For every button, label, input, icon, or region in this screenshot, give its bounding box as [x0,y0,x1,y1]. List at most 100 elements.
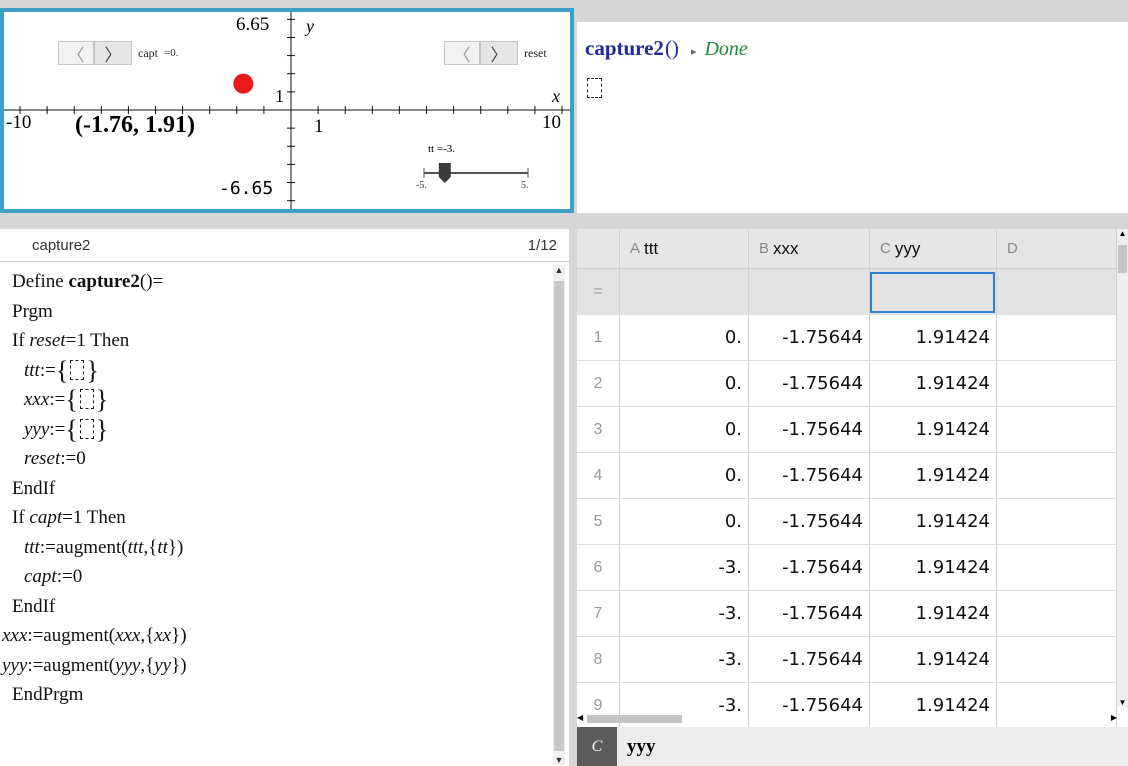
cell-b[interactable]: -1.75644 [749,453,870,498]
capt-increment-button[interactable]: 〉 [94,41,132,65]
cell-b[interactable]: -1.75644 [749,499,870,544]
empty-placeholder[interactable] [79,389,94,409]
sheet-horizontal-scrollbar[interactable]: ◀ ▶ [577,713,1117,725]
cell-d[interactable] [997,545,1117,590]
code-line[interactable]: xxx:=augment(xxx,{xx}) [2,621,187,651]
cell-c[interactable]: 1.91424 [870,499,997,544]
table-row[interactable]: 6 -3. -1.75644 1.91424 [577,545,1117,591]
formula-cell-b[interactable] [749,269,870,315]
scroll-up-icon[interactable]: ▲ [1117,229,1128,238]
table-row[interactable]: 1 0. -1.75644 1.91424 [577,315,1117,361]
cell-b[interactable]: -1.75644 [749,361,870,406]
cell-a[interactable]: 0. [620,315,749,360]
formula-cell-c[interactable] [870,269,997,315]
code-line[interactable]: yyy:={} [12,415,187,445]
code-line[interactable]: xxx:={} [12,385,187,415]
code-line[interactable]: reset:=0 [12,444,187,474]
empty-placeholder[interactable] [79,418,94,439]
row-number: 8 [577,637,620,682]
cell-c[interactable]: 1.91424 [870,407,997,452]
row-number: 5 [577,499,620,544]
empty-placeholder[interactable] [70,359,85,380]
cell-d[interactable] [997,361,1117,406]
formula-cell-a[interactable] [620,269,749,315]
cell-b[interactable]: -1.75644 [749,637,870,682]
code-line[interactable]: Prgm [12,297,187,327]
slider-thumb[interactable] [438,163,451,183]
column-header-d[interactable]: D [997,229,1117,268]
cell-c[interactable]: 1.91424 [870,545,997,590]
scrollbar-thumb[interactable] [587,715,682,723]
calc-command: capture2 [585,36,664,60]
code-line[interactable]: ttt:={} [12,356,187,386]
program-editor[interactable]: capture2 1/12 Define capture2()= Prgm If… [0,229,569,766]
program-name: capture2 [32,236,91,254]
code-line[interactable]: EndIf [12,592,187,622]
scroll-down-icon[interactable]: ▼ [1117,698,1128,707]
scrollbar-thumb[interactable] [1118,245,1127,273]
code-line[interactable]: Define capture2()= [12,267,187,297]
cell-d[interactable] [997,499,1117,544]
cell-d[interactable] [997,315,1117,360]
cell-c[interactable]: 1.91424 [870,453,997,498]
scroll-right-icon[interactable]: ▶ [1111,713,1117,722]
editor-scrollbar[interactable]: ▲ ▼ [553,265,565,765]
cell-entry-line[interactable]: C yyy [577,727,1128,766]
code-line[interactable]: ttt:=augment(ttt,{tt}) [12,533,187,563]
cell-b[interactable]: -1.75644 [749,315,870,360]
reset-increment-button[interactable]: 〉 [480,41,518,65]
column-header-a[interactable]: Attt [620,229,749,268]
table-row[interactable]: 7 -3. -1.75644 1.91424 [577,591,1117,637]
row-number: 1 [577,315,620,360]
cell-a[interactable]: 0. [620,361,749,406]
code-line[interactable]: EndPrgm [12,680,187,710]
table-row[interactable]: 3 0. -1.75644 1.91424 [577,407,1117,453]
table-row[interactable]: 5 0. -1.75644 1.91424 [577,499,1117,545]
capt-decrement-button[interactable]: 〈 [58,41,94,65]
cell-d[interactable] [997,453,1117,498]
calc-history-entry[interactable]: capture2 () ▸ Done [585,36,748,61]
cell-c[interactable]: 1.91424 [870,591,997,636]
code-line[interactable]: If reset=1 Then [12,326,187,356]
captured-point[interactable] [233,73,254,94]
cell-c[interactable]: 1.91424 [870,315,997,360]
cell-a[interactable]: 0. [620,407,749,452]
code-line[interactable]: yyy:=augment(yyy,{yy}) [2,651,187,681]
scroll-down-icon[interactable]: ▼ [553,755,565,765]
cell-a[interactable]: -3. [620,637,749,682]
formula-cell-d[interactable] [997,269,1117,315]
calc-entry-line[interactable] [587,78,602,98]
cell-d[interactable] [997,407,1117,452]
table-row[interactable]: 8 -3. -1.75644 1.91424 [577,637,1117,683]
reset-decrement-button[interactable]: 〈 [444,41,480,65]
cell-d[interactable] [997,637,1117,682]
code-line[interactable]: EndIf [12,474,187,504]
scroll-up-icon[interactable]: ▲ [553,265,565,275]
cell-a[interactable]: -3. [620,545,749,590]
scroll-left-icon[interactable]: ◀ [577,713,583,722]
cell-c[interactable]: 1.91424 [870,361,997,406]
code-line[interactable]: If capt=1 Then [12,503,187,533]
cell-a[interactable]: 0. [620,453,749,498]
graph-panel[interactable]: 6.65 y x 1 -10 10 1 (-1.76, 1.91) -6.65 … [0,8,574,213]
cell-b[interactable]: -1.75644 [749,591,870,636]
cell-b[interactable]: -1.75644 [749,545,870,590]
row-number: 7 [577,591,620,636]
x-max-label: 10 [542,112,561,133]
corner-cell[interactable] [577,229,620,268]
column-header-b[interactable]: Bxxx [749,229,870,268]
cell-a[interactable]: -3. [620,591,749,636]
table-row[interactable]: 4 0. -1.75644 1.91424 [577,453,1117,499]
code-line[interactable]: capt:=0 [12,562,187,592]
column-header-c[interactable]: Cyyy [870,229,997,268]
cell-b[interactable]: -1.75644 [749,407,870,452]
sheet-vertical-scrollbar[interactable]: ▲ ▼ [1117,229,1128,707]
program-code[interactable]: Define capture2()= Prgm If reset=1 Then … [2,267,187,710]
calculator-panel[interactable]: capture2 () ▸ Done [577,22,1128,213]
table-row[interactable]: 2 0. -1.75644 1.91424 [577,361,1117,407]
cell-a[interactable]: 0. [620,499,749,544]
spreadsheet-panel[interactable]: Attt Bxxx Cyyy D = 1 0. -1.75644 1.91424 2 0.… [577,229,1128,766]
scrollbar-thumb[interactable] [554,281,564,751]
cell-d[interactable] [997,591,1117,636]
cell-c[interactable]: 1.91424 [870,637,997,682]
